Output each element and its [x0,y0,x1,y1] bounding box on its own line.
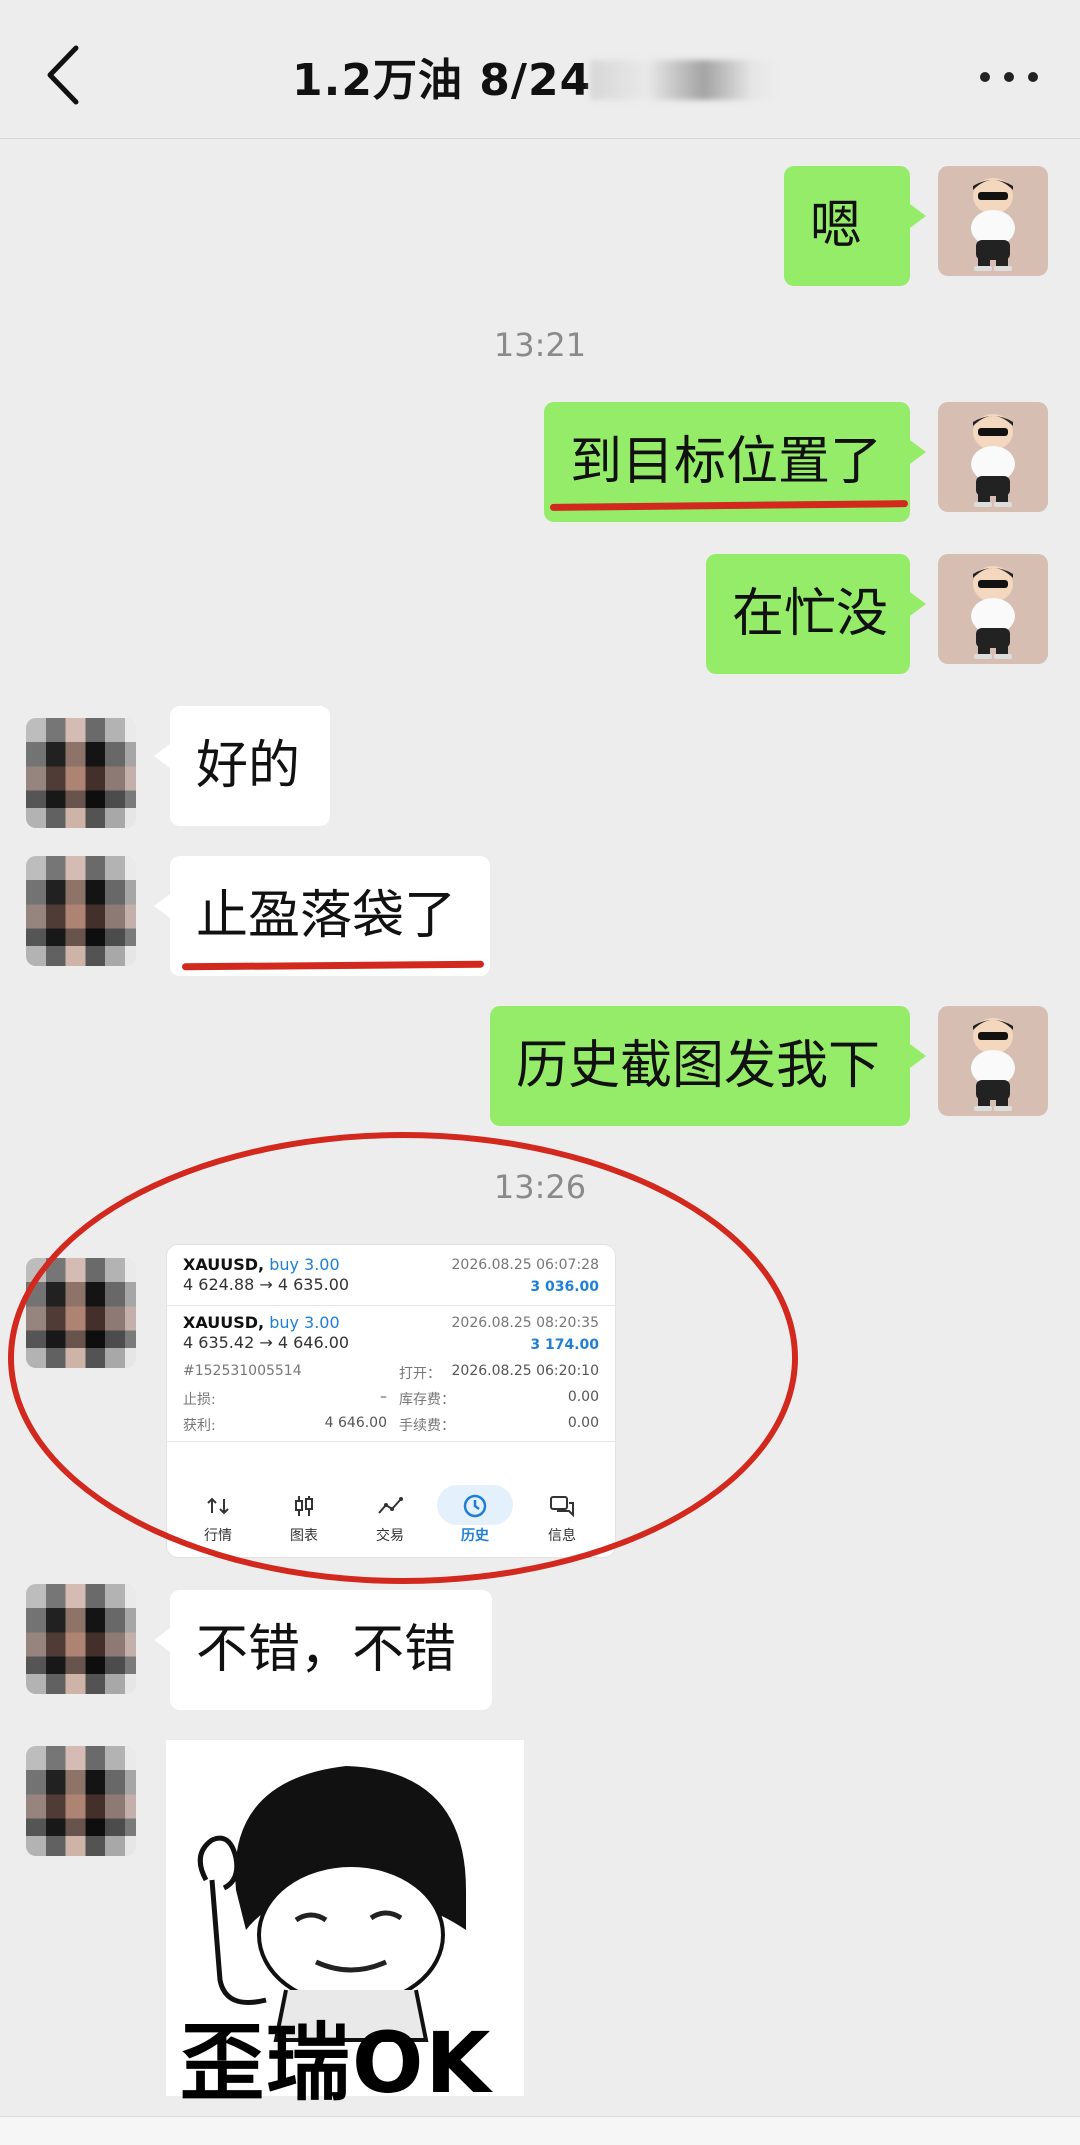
back-arrow-icon[interactable] [40,40,96,110]
contact-avatar-blurred[interactable] [26,718,136,828]
chat-title: 1.2万油 8/24 [292,55,592,106]
red-annotation-circle [8,1132,798,1584]
contact-avatar-blurred[interactable] [26,1584,136,1694]
self-avatar[interactable] [938,1006,1048,1116]
cartoon-boy-avatar-icon [971,414,1015,507]
redacted-title-blur [590,60,780,100]
timestamp: 13:21 [493,326,587,364]
input-bar-edge [0,2116,1080,2145]
cartoon-boy-avatar-icon [971,178,1015,271]
contact-avatar-blurred[interactable] [26,1746,136,1856]
contact-avatar-blurred[interactable] [26,856,136,966]
self-avatar[interactable] [938,554,1048,664]
message-bubble-other[interactable]: 不错，不错 [154,1590,492,1710]
sticker-caption: 歪瑞OK [180,2014,493,2112]
message-bubble-self[interactable]: 嗯 [784,166,926,286]
message-bubble-self[interactable]: 历史截图发我下 [490,1006,926,1126]
cartoon-boy-avatar-icon [971,566,1015,659]
message-bubble-other[interactable]: 止盈落袋了 [154,856,490,976]
self-avatar[interactable] [938,166,1048,276]
chat-header: 1.2万油 8/24 [0,0,1080,139]
message-bubble-other[interactable]: 好的 [154,706,330,826]
self-avatar[interactable] [938,402,1048,512]
cartoon-boy-avatar-icon [971,1018,1015,1111]
meme-sticker-image[interactable]: 歪瑞OK [166,1740,524,2112]
message-bubble-self[interactable]: 在忙没 [706,554,926,674]
more-options-icon[interactable] [976,52,1042,98]
